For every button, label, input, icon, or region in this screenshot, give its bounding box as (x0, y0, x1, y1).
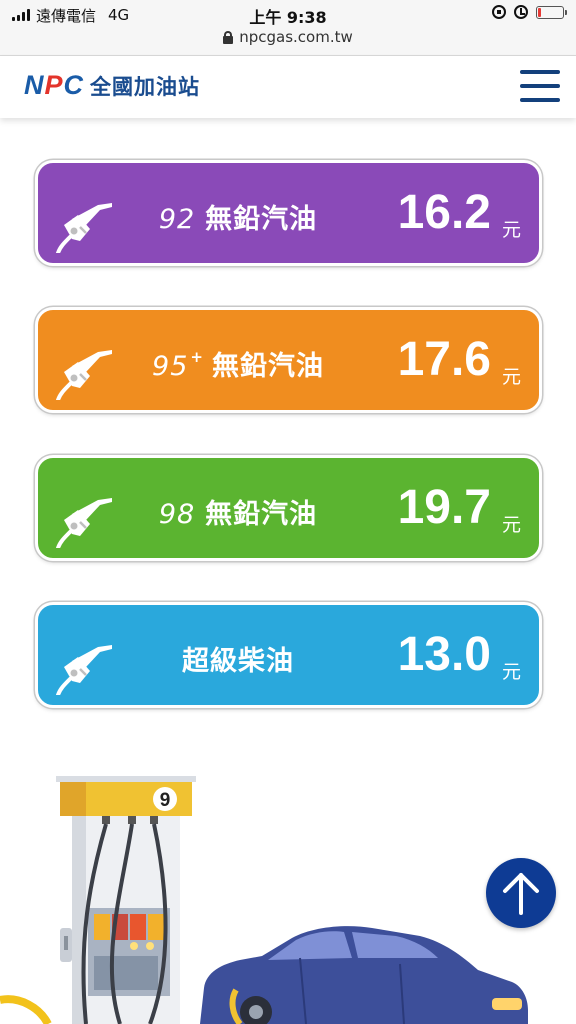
price-unit: 元 (501, 514, 521, 536)
battery-icon (536, 5, 567, 19)
logo-letter-n: N (24, 70, 45, 100)
price-card-95[interactable]: 95 + 無鉛汽油 17.6 元 (35, 307, 542, 413)
fuel-grade: 95 (152, 351, 189, 382)
fuel-grade: 98 (158, 499, 196, 530)
site-header: NPC 全國加油站 (0, 56, 576, 118)
fuel-name: 92 無鉛汽油 (38, 197, 438, 236)
fuel-price: 19.7 (397, 481, 491, 534)
hamburger-menu-icon[interactable] (520, 68, 560, 104)
logo-letter-c: C (63, 70, 85, 100)
arrow-up-icon (503, 873, 539, 915)
price-unit: 元 (501, 219, 521, 241)
fuel-price: 13.0 (397, 628, 491, 681)
lock-icon (223, 31, 234, 44)
site-name: 全國加油站 (90, 74, 201, 99)
address-bar[interactable]: npcgas.com.tw (0, 28, 576, 46)
pump-number: 9 (160, 790, 171, 811)
fuel-name: 95 + 無鉛汽油 (38, 344, 438, 383)
alarm-icon (514, 5, 528, 19)
url-text: npcgas.com.tw (239, 28, 353, 46)
fuel-price: 16.2 (397, 186, 491, 239)
fuel-name: 超級柴油 (38, 639, 438, 678)
price-unit: 元 (501, 366, 521, 388)
rotation-lock-icon (492, 5, 506, 19)
fuel-type: 超級柴油 (182, 646, 294, 677)
fuel-price: 17.6 (397, 333, 491, 386)
site-logo[interactable]: NPC 全國加油站 (24, 70, 200, 101)
clock: 上午 9:38 (249, 8, 327, 27)
price-card-98[interactable]: 98 無鉛汽油 19.7 元 (35, 455, 542, 561)
scroll-to-top-button[interactable] (486, 858, 556, 928)
status-bar: 遠傳電信 4G 上午 9:38 npcgas.com.tw (0, 0, 576, 56)
fuel-grade: 92 (158, 204, 196, 235)
fuel-type: 無鉛汽油 (205, 204, 318, 235)
fuel-grade-plus: + (190, 348, 204, 366)
logo-letter-p: P (44, 70, 64, 100)
price-card-92[interactable]: 92 無鉛汽油 16.2 元 (35, 160, 542, 266)
npc-logo: NPC (24, 70, 84, 101)
fuel-type: 無鉛汽油 (205, 499, 318, 530)
status-right (492, 5, 567, 19)
fuel-name: 98 無鉛汽油 (38, 492, 438, 531)
battery-level (538, 7, 542, 17)
fuel-type: 無鉛汽油 (211, 351, 324, 382)
price-card-diesel[interactable]: 超級柴油 13.0 元 (35, 602, 542, 708)
price-unit: 元 (501, 661, 521, 683)
